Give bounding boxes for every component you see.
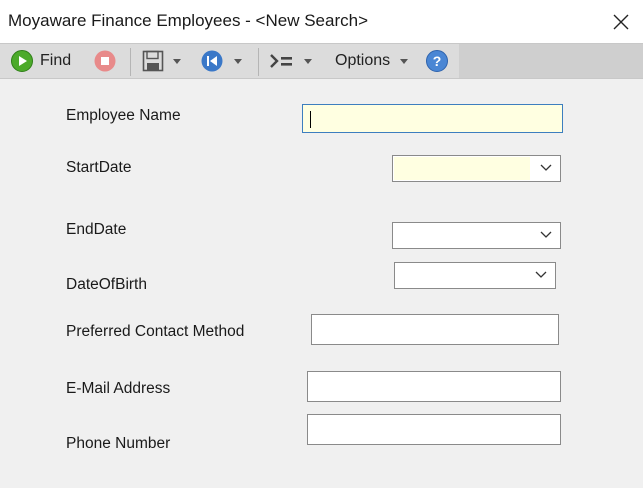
employee-name-input[interactable] <box>303 105 562 132</box>
preferred-contact-method-input[interactable] <box>312 315 558 344</box>
criteria-icon <box>270 54 292 68</box>
text-cursor <box>310 111 311 128</box>
start-date-picker[interactable] <box>392 155 561 182</box>
chevron-down-icon[interactable] <box>540 164 552 172</box>
options-label: Options <box>335 52 391 69</box>
play-icon <box>11 50 33 72</box>
save-button[interactable] <box>141 46 181 76</box>
toolbar-separator <box>258 48 259 76</box>
email-address-input[interactable] <box>308 372 560 401</box>
start-date-value <box>394 157 530 180</box>
preferred-contact-method-label: Preferred Contact Method <box>66 323 245 340</box>
window-title: Moyaware Finance Employees - <New Search… <box>8 11 368 30</box>
email-address-label: E-Mail Address <box>66 380 171 397</box>
date-of-birth-value <box>396 264 525 287</box>
start-date-label: StartDate <box>66 159 132 176</box>
save-dropdown-caret <box>173 58 181 64</box>
navigate-button[interactable] <box>200 46 242 76</box>
toolbar-empty-area <box>459 43 643 79</box>
first-record-icon <box>201 50 223 72</box>
phone-number-field[interactable] <box>307 414 561 445</box>
options-dropdown-caret <box>400 58 409 64</box>
navigate-dropdown-caret <box>234 58 242 64</box>
stop-button[interactable] <box>93 46 117 76</box>
chevron-down-icon[interactable] <box>540 231 552 239</box>
help-button[interactable]: ? <box>425 46 449 76</box>
email-address-field[interactable] <box>307 371 561 402</box>
end-date-value <box>394 224 530 247</box>
save-icon <box>142 50 164 72</box>
toolbar: Find Options ? <box>0 43 459 79</box>
help-icon: ? <box>426 50 448 72</box>
criteria-dropdown-caret <box>304 58 312 64</box>
employee-name-label: Employee Name <box>66 107 181 124</box>
close-icon <box>613 14 629 30</box>
end-date-picker[interactable] <box>392 222 561 249</box>
svg-text:?: ? <box>433 53 442 69</box>
preferred-contact-method-field[interactable] <box>311 314 559 345</box>
find-button[interactable]: Find <box>10 46 71 76</box>
title-bar: Moyaware Finance Employees - <New Search… <box>0 0 643 43</box>
employee-name-field[interactable] <box>302 104 563 133</box>
date-of-birth-picker[interactable] <box>394 262 556 289</box>
options-button[interactable]: Options <box>335 46 409 76</box>
find-label: Find <box>40 52 72 69</box>
stop-icon <box>94 50 116 72</box>
phone-number-label: Phone Number <box>66 435 171 452</box>
phone-number-input[interactable] <box>308 415 560 444</box>
close-button[interactable] <box>604 5 638 39</box>
chevron-down-icon[interactable] <box>535 271 547 279</box>
end-date-label: EndDate <box>66 221 127 238</box>
criteria-button[interactable] <box>268 46 312 76</box>
toolbar-separator <box>130 48 131 76</box>
date-of-birth-label: DateOfBirth <box>66 276 147 293</box>
